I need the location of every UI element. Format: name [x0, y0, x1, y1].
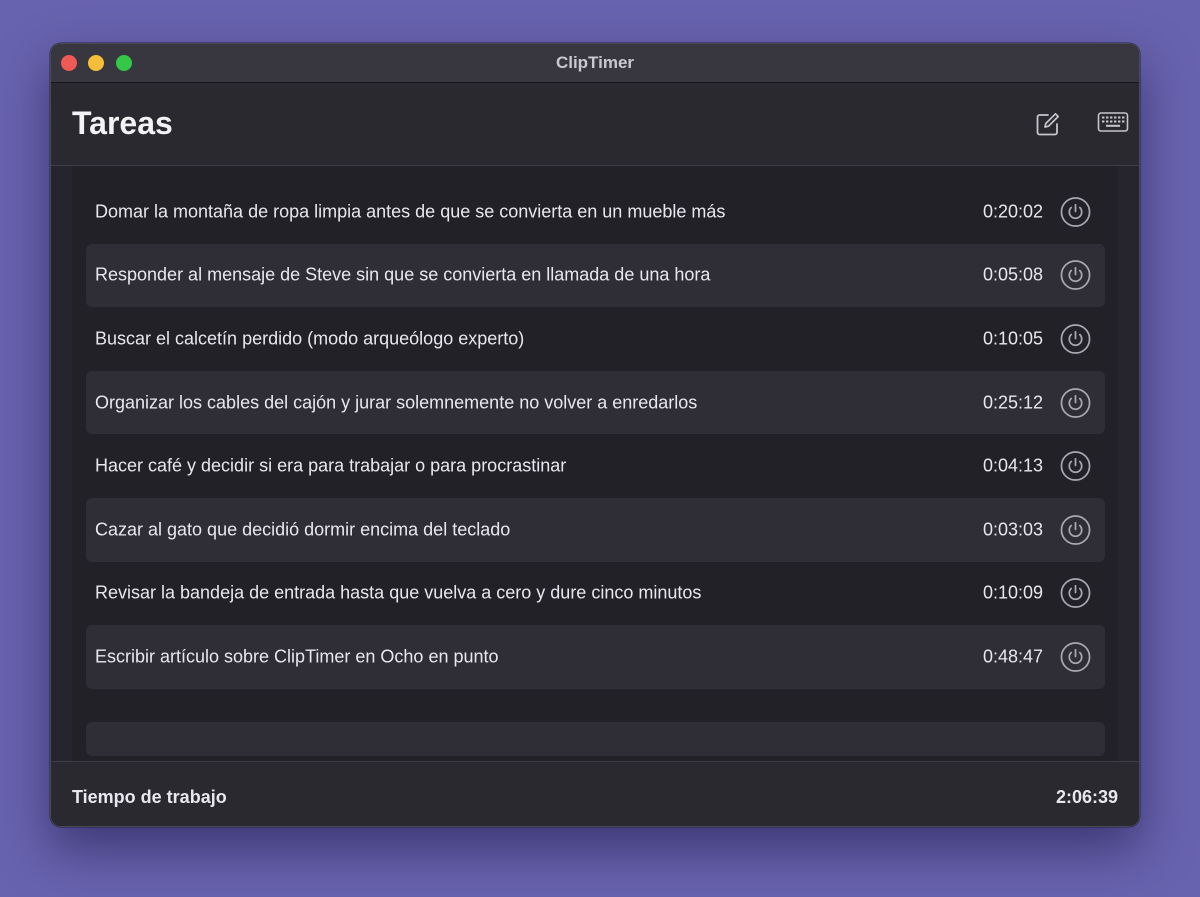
footer: Tiempo de trabajo 2:06:39: [51, 761, 1139, 826]
power-icon[interactable]: [1060, 578, 1091, 609]
task-time: 0:20:02: [982, 201, 1043, 222]
task-time: 0:04:13: [982, 455, 1043, 476]
task-name: Escribir artículo sobre ClipTimer en Och…: [95, 646, 499, 667]
task-row[interactable]: Escribir artículo sobre ClipTimer en Och…: [86, 625, 1105, 689]
window-title: ClipTimer: [555, 53, 635, 72]
task-row[interactable]: Hacer café y decidir si era para trabaja…: [86, 434, 1105, 498]
title-bar: ClipTimer: [51, 44, 1139, 83]
app-window: ClipTimer Tareas Domar la montaña de rop…: [50, 43, 1140, 827]
task-time: 0:03:03: [982, 519, 1043, 540]
task-name: Organizar los cables del cajón y jurar s…: [95, 392, 698, 413]
task-time: 0:25:12: [982, 392, 1043, 413]
new-task-row[interactable]: [86, 722, 1105, 756]
task-row[interactable]: Organizar los cables del cajón y jurar s…: [86, 370, 1105, 435]
power-icon[interactable]: [1060, 260, 1091, 291]
task-name: Hacer café y decidir si era para trabaja…: [95, 455, 567, 476]
task-time: 0:48:47: [982, 646, 1043, 667]
power-icon[interactable]: [1060, 196, 1091, 227]
keyboard-icon[interactable]: [1097, 111, 1129, 133]
page-title: Tareas: [72, 105, 173, 141]
task-row[interactable]: Buscar el calcetín perdido (modo arqueól…: [86, 307, 1105, 371]
task-time: 0:10:05: [982, 328, 1043, 349]
power-icon[interactable]: [1060, 641, 1091, 672]
task-row[interactable]: Responder al mensaje de Steve sin que se…: [86, 243, 1105, 308]
power-icon[interactable]: [1060, 514, 1091, 545]
task-name: Responder al mensaje de Steve sin que se…: [95, 264, 711, 285]
power-icon[interactable]: [1060, 387, 1091, 418]
work-time-label: Tiempo de trabajo: [72, 787, 227, 807]
task-name: Domar la montaña de ropa limpia antes de…: [95, 201, 726, 222]
task-list: Domar la montaña de ropa limpia antes de…: [86, 180, 1105, 689]
work-time-total: 2:06:39: [1055, 787, 1118, 807]
task-name: Cazar al gato que decidió dormir encima …: [95, 519, 511, 540]
task-name: Revisar la bandeja de entrada hasta que …: [95, 582, 702, 603]
task-row[interactable]: Cazar al gato que decidió dormir encima …: [86, 497, 1105, 562]
task-row[interactable]: Domar la montaña de ropa limpia antes de…: [86, 180, 1105, 244]
task-list-area[interactable]: Domar la montaña de ropa limpia antes de…: [72, 166, 1118, 761]
header: Tareas: [51, 83, 1139, 166]
task-time: 0:10:09: [982, 582, 1043, 603]
compose-icon[interactable]: [1035, 111, 1061, 137]
power-icon[interactable]: [1060, 323, 1091, 354]
task-row[interactable]: Revisar la bandeja de entrada hasta que …: [86, 562, 1105, 626]
task-name: Buscar el calcetín perdido (modo arqueól…: [95, 328, 525, 349]
power-icon[interactable]: [1060, 451, 1091, 482]
task-time: 0:05:08: [982, 264, 1043, 285]
